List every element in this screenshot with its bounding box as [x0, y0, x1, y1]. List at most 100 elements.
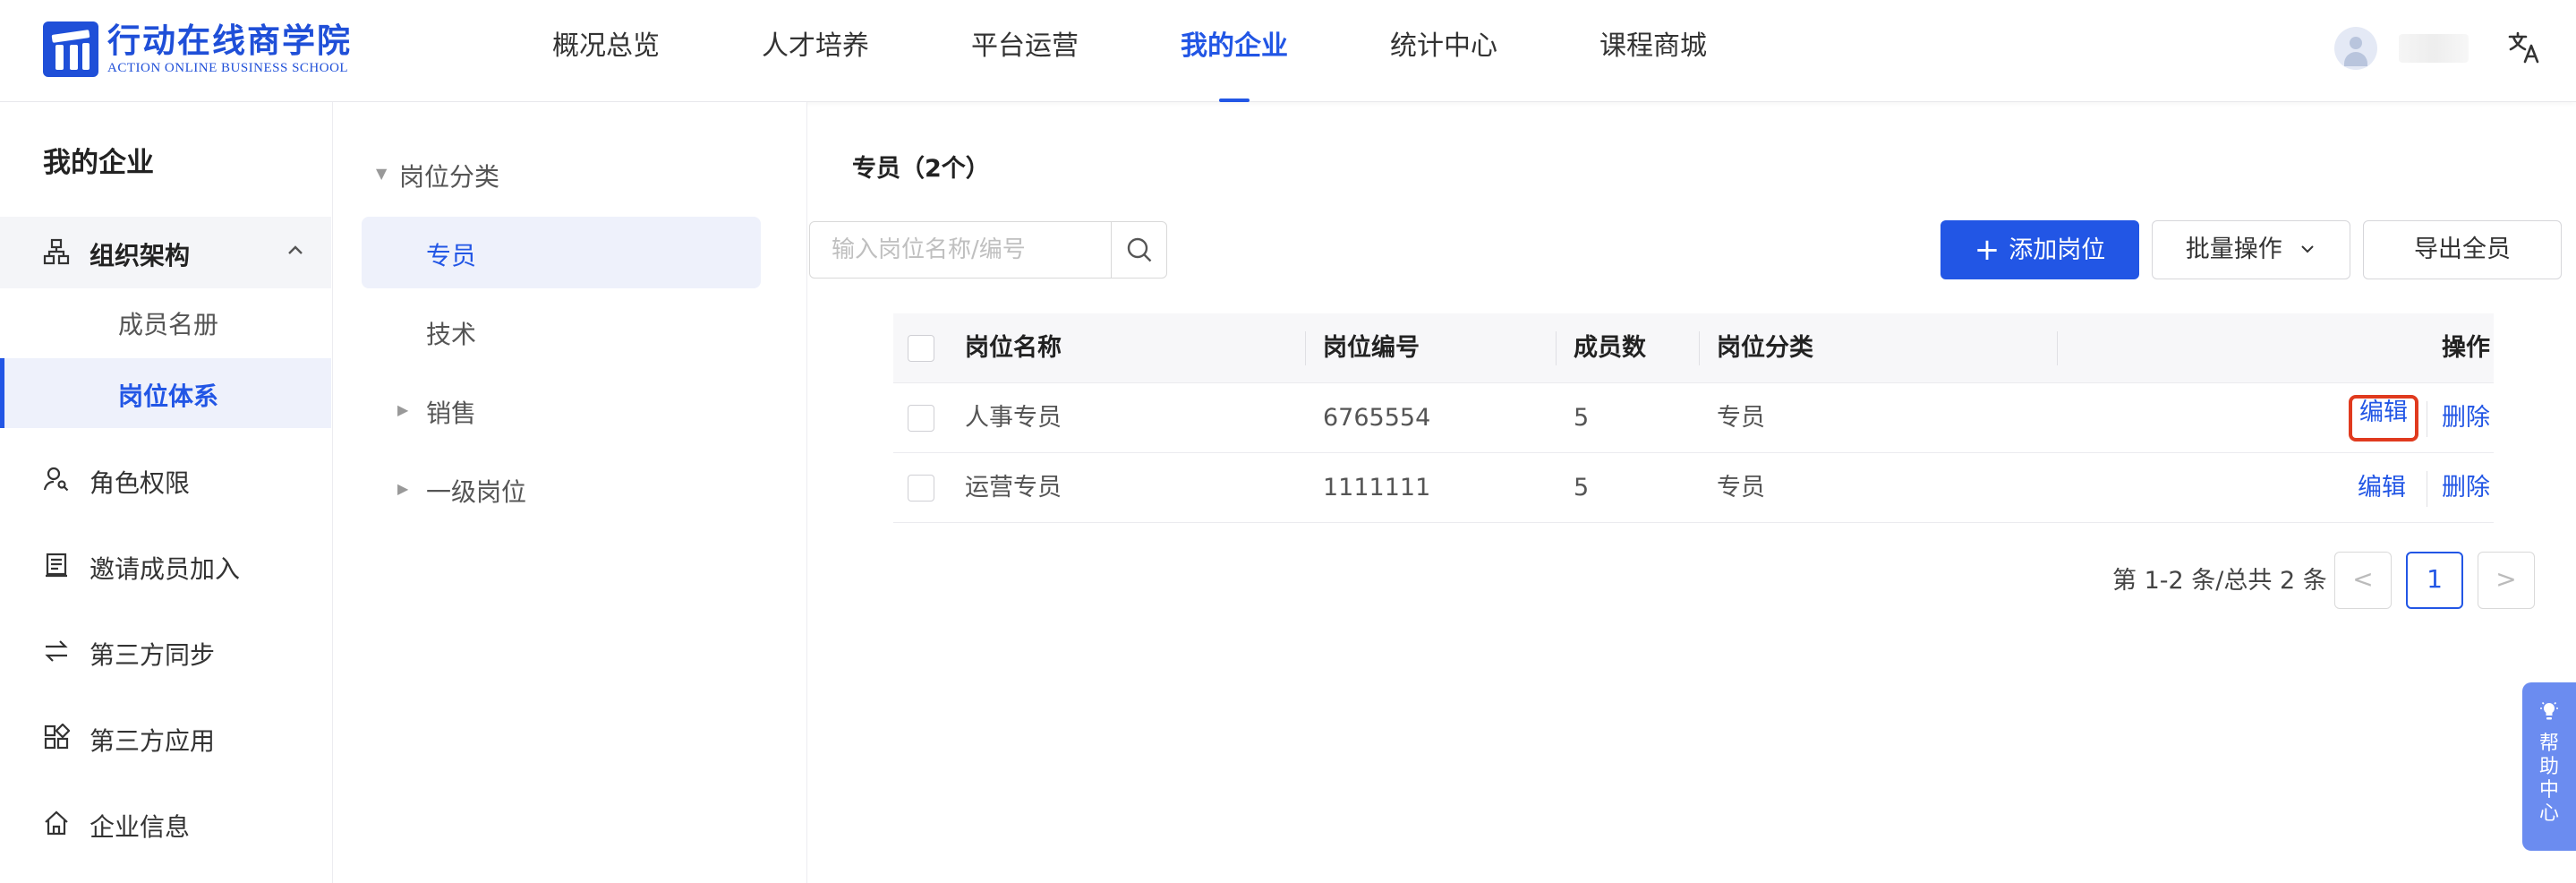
nav-overview[interactable]: 概况总览	[501, 0, 711, 102]
tree-root-position-category[interactable]: ▼ 岗位分类	[362, 138, 761, 210]
sidebar-item-position-system[interactable]: 岗位体系	[0, 358, 331, 428]
batch-operations-button[interactable]: 批量操作	[2152, 220, 2350, 279]
pagination-summary: 第 1-2 条/总共 2 条	[2112, 567, 2327, 595]
cell-position-name: 人事专员	[965, 404, 1062, 432]
logo-subtitle: ACTION ONLINE BUSINESS SCHOOL	[107, 61, 349, 75]
column-header-category: 岗位分类	[1717, 334, 1813, 362]
logo-title: 行动在线商学院	[107, 21, 352, 60]
username-redacted[interactable]	[2399, 34, 2469, 63]
row-checkbox[interactable]	[908, 405, 934, 432]
sync-arrows-icon	[43, 638, 70, 664]
tree-node-specialist[interactable]: 专员	[362, 217, 761, 288]
top-nav: 概况总览 人才培养 平台运营 我的企业 统计中心 课程商城	[501, 0, 1758, 102]
export-all-label: 导出全员	[2414, 236, 2511, 263]
caret-down-icon[interactable]: ▼	[376, 165, 387, 182]
caret-right-icon[interactable]: ▶	[397, 401, 408, 418]
nav-my-enterprise[interactable]: 我的企业	[1130, 0, 1339, 102]
edit-link[interactable]: 编辑	[2349, 471, 2415, 507]
sidebar-group-label: 组织架构	[90, 241, 191, 270]
cell-member-count: 5	[1574, 404, 1590, 432]
search-input[interactable]	[810, 222, 1111, 278]
row-checkbox[interactable]	[908, 475, 934, 502]
plus-icon: +	[1974, 232, 2000, 268]
sidebar-item-label: 第三方应用	[90, 726, 216, 756]
sidebar-item-label: 第三方同步	[90, 640, 216, 670]
add-position-button[interactable]: + 添加岗位	[1941, 220, 2139, 279]
cell-position-code: 1111111	[1323, 474, 1431, 502]
cell-position-code: 6765554	[1323, 404, 1431, 432]
user-key-icon	[43, 466, 70, 493]
export-all-button[interactable]: 导出全员	[2363, 220, 2562, 279]
tree-node-label: 销售	[426, 399, 477, 428]
tree-node-label: 岗位分类	[399, 162, 500, 192]
position-category-tree: ▼ 岗位分类 专员 技术 ▶ 销售 ▶ 一级岗位	[333, 102, 807, 883]
tree-node-label: 专员	[426, 241, 477, 270]
cell-category: 专员	[1717, 404, 1765, 432]
top-header: 行动在线商学院 ACTION ONLINE BUSINESS SCHOOL 概况…	[0, 0, 2576, 102]
sidebar-title: 我的企业	[43, 147, 154, 179]
table-row: 运营专员 1111111 5 专员 编辑 删除	[893, 453, 2494, 523]
sidebar-item-roles[interactable]: 角色权限	[0, 444, 331, 514]
sidebar-item-label: 企业信息	[90, 812, 191, 842]
position-table: 岗位名称 岗位编号 成员数 岗位分类 操作 人事专员 6765554 5 专员 …	[893, 313, 2494, 523]
nav-statistics[interactable]: 统计中心	[1339, 0, 1548, 102]
search-icon	[1127, 237, 1152, 262]
logo-text: 行动在线商学院 ACTION ONLINE BUSINESS SCHOOL	[107, 22, 352, 76]
select-all-checkbox[interactable]	[908, 335, 934, 362]
search-box	[809, 221, 1167, 279]
sidebar-item-third-party-apps[interactable]: 第三方应用	[0, 702, 331, 772]
table-row: 人事专员 6765554 5 专员 编辑 删除	[893, 383, 2494, 453]
pagination-prev-button[interactable]: <	[2334, 552, 2392, 609]
add-position-label: 添加岗位	[2009, 236, 2106, 264]
org-tree-icon	[43, 238, 70, 265]
sidebar-group-org[interactable]: 组织架构	[0, 217, 331, 288]
search-button[interactable]	[1111, 222, 1166, 278]
delete-link[interactable]: 删除	[2427, 471, 2490, 507]
lightbulb-icon	[2539, 700, 2559, 722]
column-header-code: 岗位编号	[1323, 334, 1420, 362]
sidebar-item-member-roster[interactable]: 成员名册	[0, 287, 331, 356]
nav-talent[interactable]: 人才培养	[711, 0, 920, 102]
home-icon	[43, 810, 70, 836]
main-content: 专员（2个） + 添加岗位 批量操作 导出全员 岗位名称 岗位编号 成员数 岗位分…	[807, 102, 2576, 883]
nav-course-mall[interactable]: 课程商城	[1548, 0, 1758, 102]
pagination-next-button[interactable]: >	[2478, 552, 2535, 609]
cell-position-name: 运营专员	[965, 474, 1062, 502]
sidebar-item-third-party-sync[interactable]: 第三方同步	[0, 616, 331, 686]
tree-node-label: 技术	[426, 320, 477, 349]
caret-right-icon[interactable]: ▶	[397, 480, 408, 497]
cell-category: 专员	[1717, 474, 1765, 502]
invite-doc-icon	[43, 552, 70, 579]
cell-member-count: 5	[1574, 474, 1590, 502]
tree-node-label: 一级岗位	[426, 477, 527, 507]
batch-operations-label: 批量操作	[2185, 236, 2282, 263]
nav-platform[interactable]: 平台运营	[920, 0, 1130, 102]
sidebar-item-invite[interactable]: 邀请成员加入	[0, 530, 331, 600]
column-header-name: 岗位名称	[965, 334, 1062, 362]
tree-node-level-one[interactable]: ▶ 一级岗位	[362, 453, 761, 525]
pagination-page-1[interactable]: 1	[2406, 552, 2463, 609]
chevron-down-icon	[2299, 222, 2316, 279]
tree-node-sales[interactable]: ▶ 销售	[362, 374, 761, 446]
page-title: 专员（2个）	[852, 155, 990, 183]
sidebar-item-label: 角色权限	[90, 468, 191, 498]
tree-node-tech[interactable]: 技术	[362, 296, 761, 367]
user-avatar[interactable]	[2334, 27, 2377, 70]
table-header: 岗位名称 岗位编号 成员数 岗位分类 操作	[893, 313, 2494, 383]
sidebar-item-label: 岗位体系	[118, 381, 219, 411]
help-center-label: 帮助中心	[2538, 733, 2559, 825]
logo-mark-icon	[43, 21, 98, 77]
help-center-tab[interactable]: 帮助中心	[2522, 682, 2576, 851]
logo[interactable]: 行动在线商学院 ACTION ONLINE BUSINESS SCHOOL	[43, 20, 352, 79]
translate-icon[interactable]	[2504, 27, 2546, 68]
sidebar-item-enterprise-info[interactable]: 企业信息	[0, 788, 331, 858]
column-header-actions: 操作	[2442, 334, 2490, 362]
sidebar-item-label: 邀请成员加入	[90, 554, 241, 584]
apps-grid-icon	[43, 723, 71, 750]
delete-link[interactable]: 删除	[2427, 401, 2490, 437]
sidebar: 我的企业 组织架构 成员名册 岗位体系 角色权限 邀请成员加入 第三方同步 第三…	[0, 102, 333, 883]
column-header-members: 成员数	[1574, 334, 1646, 362]
chevron-up-icon[interactable]	[285, 240, 306, 268]
edit-link[interactable]: 编辑	[2349, 395, 2418, 442]
sidebar-item-label: 成员名册	[118, 310, 219, 339]
